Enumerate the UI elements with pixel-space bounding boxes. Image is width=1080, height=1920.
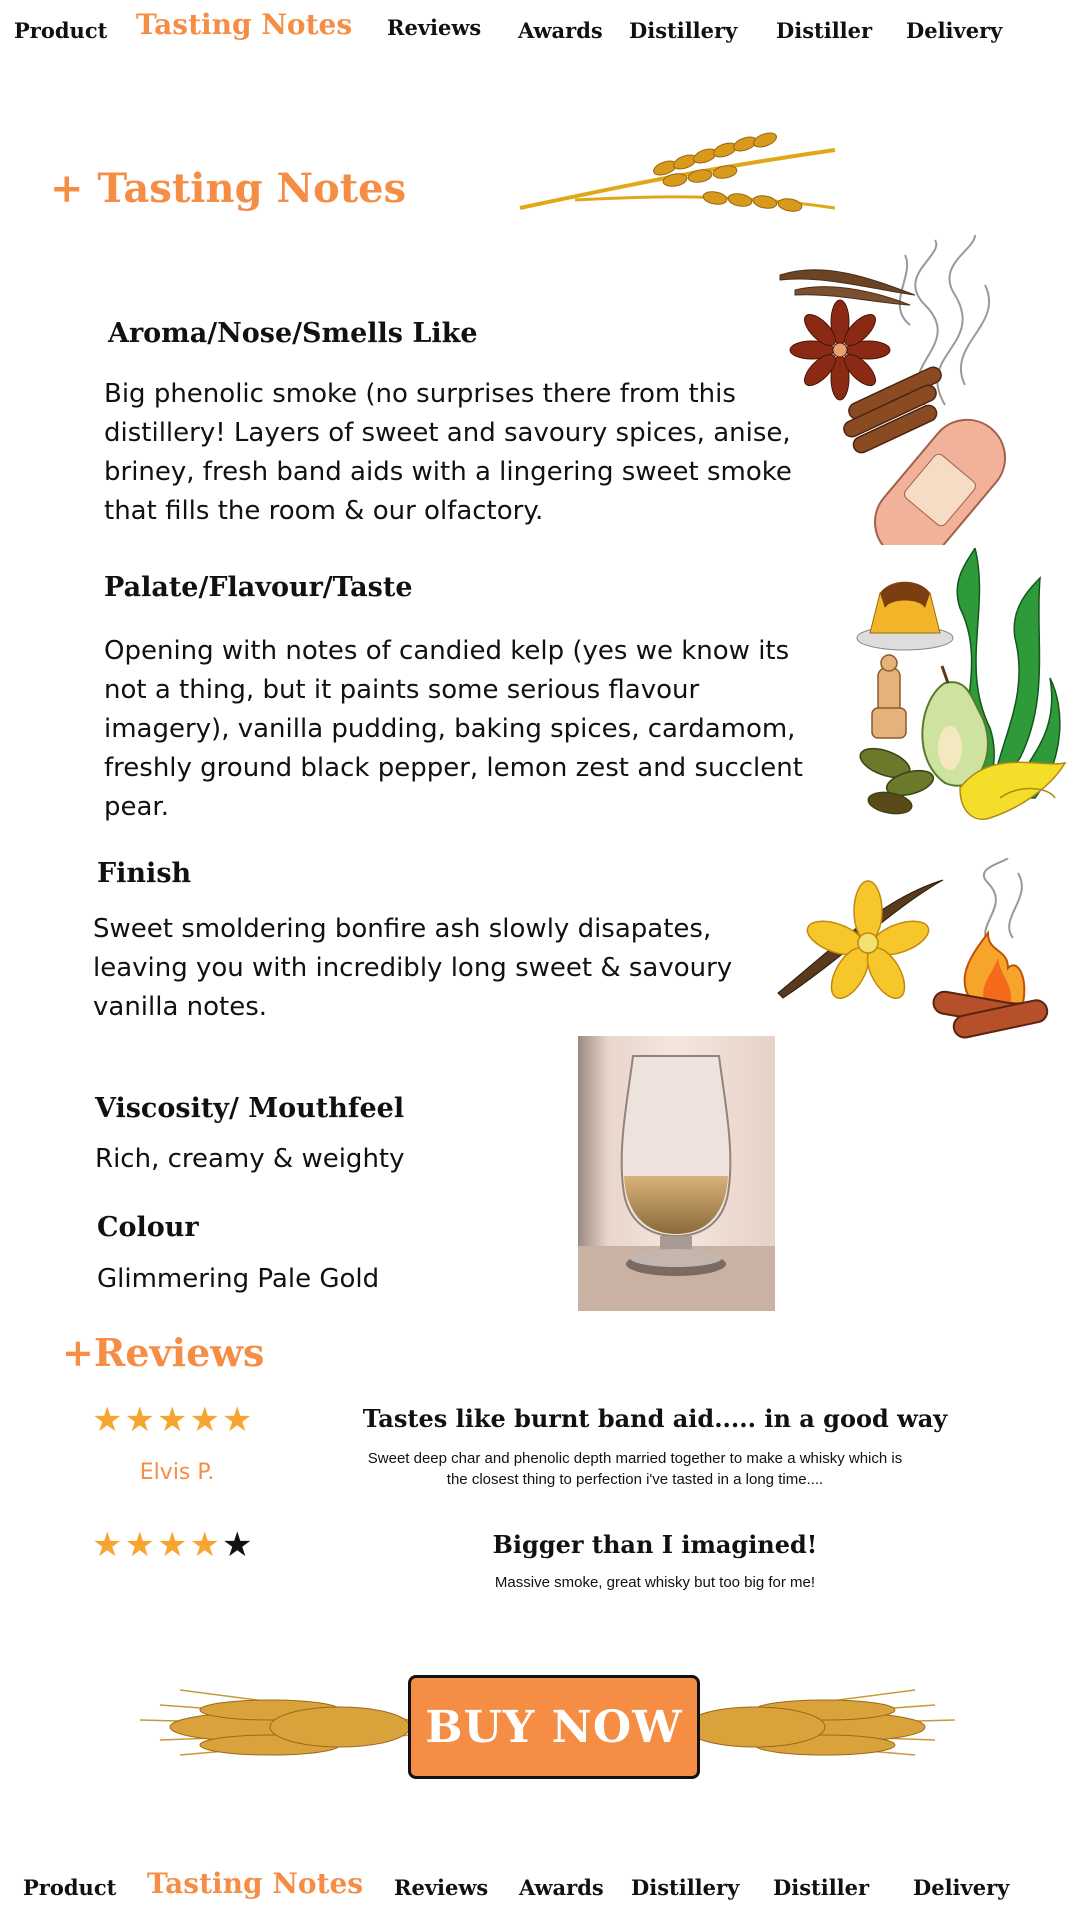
aroma-text: Big phenolic smoke (no surprises there f… xyxy=(104,379,792,526)
colour-heading: Colour xyxy=(97,1212,199,1243)
spices-illustration xyxy=(775,234,1020,562)
review-2-rating: ★★★★★ xyxy=(92,1525,254,1565)
nav-distillery[interactable]: Distillery xyxy=(631,1875,739,1900)
finish-text: Sweet smoldering bonfire ash slowly disa… xyxy=(93,914,733,1022)
reviews-title[interactable]: +Reviews xyxy=(62,1330,264,1375)
viscosity-text: Rich, creamy & weighty xyxy=(95,1144,405,1174)
aroma-heading: Aroma/Nose/Smells Like xyxy=(108,318,478,349)
star-icon: ★ xyxy=(92,1525,125,1565)
wheat-icon xyxy=(515,120,845,220)
nav-delivery[interactable]: Delivery xyxy=(906,18,1002,43)
whisky-glass-photo xyxy=(578,1036,775,1311)
star-icon: ★ xyxy=(124,1400,157,1440)
star-icon: ★ xyxy=(221,1525,255,1565)
review-1-rating: ★★★★★ xyxy=(92,1400,254,1440)
bottom-nav: Product Tasting Notes Reviews Awards Dis… xyxy=(0,1865,1080,1915)
review-2-body: Massive smoke, great whisky but too big … xyxy=(494,1574,816,1591)
nav-distiller[interactable]: Distiller xyxy=(776,18,872,43)
review-1-title: Tastes like burnt band aid..... in a goo… xyxy=(362,1404,948,1433)
nav-product[interactable]: Product xyxy=(14,18,107,43)
nav-reviews[interactable]: Reviews xyxy=(387,15,481,40)
nav-product[interactable]: Product xyxy=(23,1875,116,1900)
nav-delivery[interactable]: Delivery xyxy=(913,1875,1009,1900)
viscosity-heading: Viscosity/ Mouthfeel xyxy=(95,1093,405,1124)
star-icon: ★ xyxy=(221,1400,255,1440)
star-icon: ★ xyxy=(92,1400,125,1440)
review-2-title: Bigger than I imagined! xyxy=(492,1530,818,1559)
top-nav: Product Tasting Notes Reviews Awards Dis… xyxy=(0,8,1080,58)
palate-heading: Palate/Flavour/Taste xyxy=(104,572,413,603)
star-icon: ★ xyxy=(189,1525,222,1565)
flavour-illustration xyxy=(850,545,1080,833)
star-icon: ★ xyxy=(189,1400,222,1440)
star-icon: ★ xyxy=(156,1400,190,1440)
nav-reviews[interactable]: Reviews xyxy=(394,1875,488,1900)
star-icon: ★ xyxy=(124,1525,157,1565)
nav-awards[interactable]: Awards xyxy=(518,18,603,43)
palate-text: Opening with notes of candied kelp (yes … xyxy=(104,636,803,822)
colour-text: Glimmering Pale Gold xyxy=(97,1264,380,1294)
nav-tasting-notes[interactable]: Tasting Notes xyxy=(136,8,352,41)
review-1-author: Elvis P. xyxy=(139,1460,215,1485)
nav-distillery[interactable]: Distillery xyxy=(629,18,737,43)
tasting-notes-title[interactable]: + Tasting Notes xyxy=(50,165,406,212)
buy-now-button[interactable]: BUY NOW xyxy=(408,1675,700,1779)
nav-awards[interactable]: Awards xyxy=(519,1875,604,1900)
finish-heading: Finish xyxy=(97,858,192,889)
nav-tasting-notes[interactable]: Tasting Notes xyxy=(147,1867,363,1900)
review-1-body: Sweet deep char and phenolic depth marri… xyxy=(367,1450,903,1488)
vanilla-bonfire-illustration xyxy=(773,857,1053,1043)
star-icon: ★ xyxy=(156,1525,190,1565)
nav-distiller[interactable]: Distiller xyxy=(773,1875,869,1900)
